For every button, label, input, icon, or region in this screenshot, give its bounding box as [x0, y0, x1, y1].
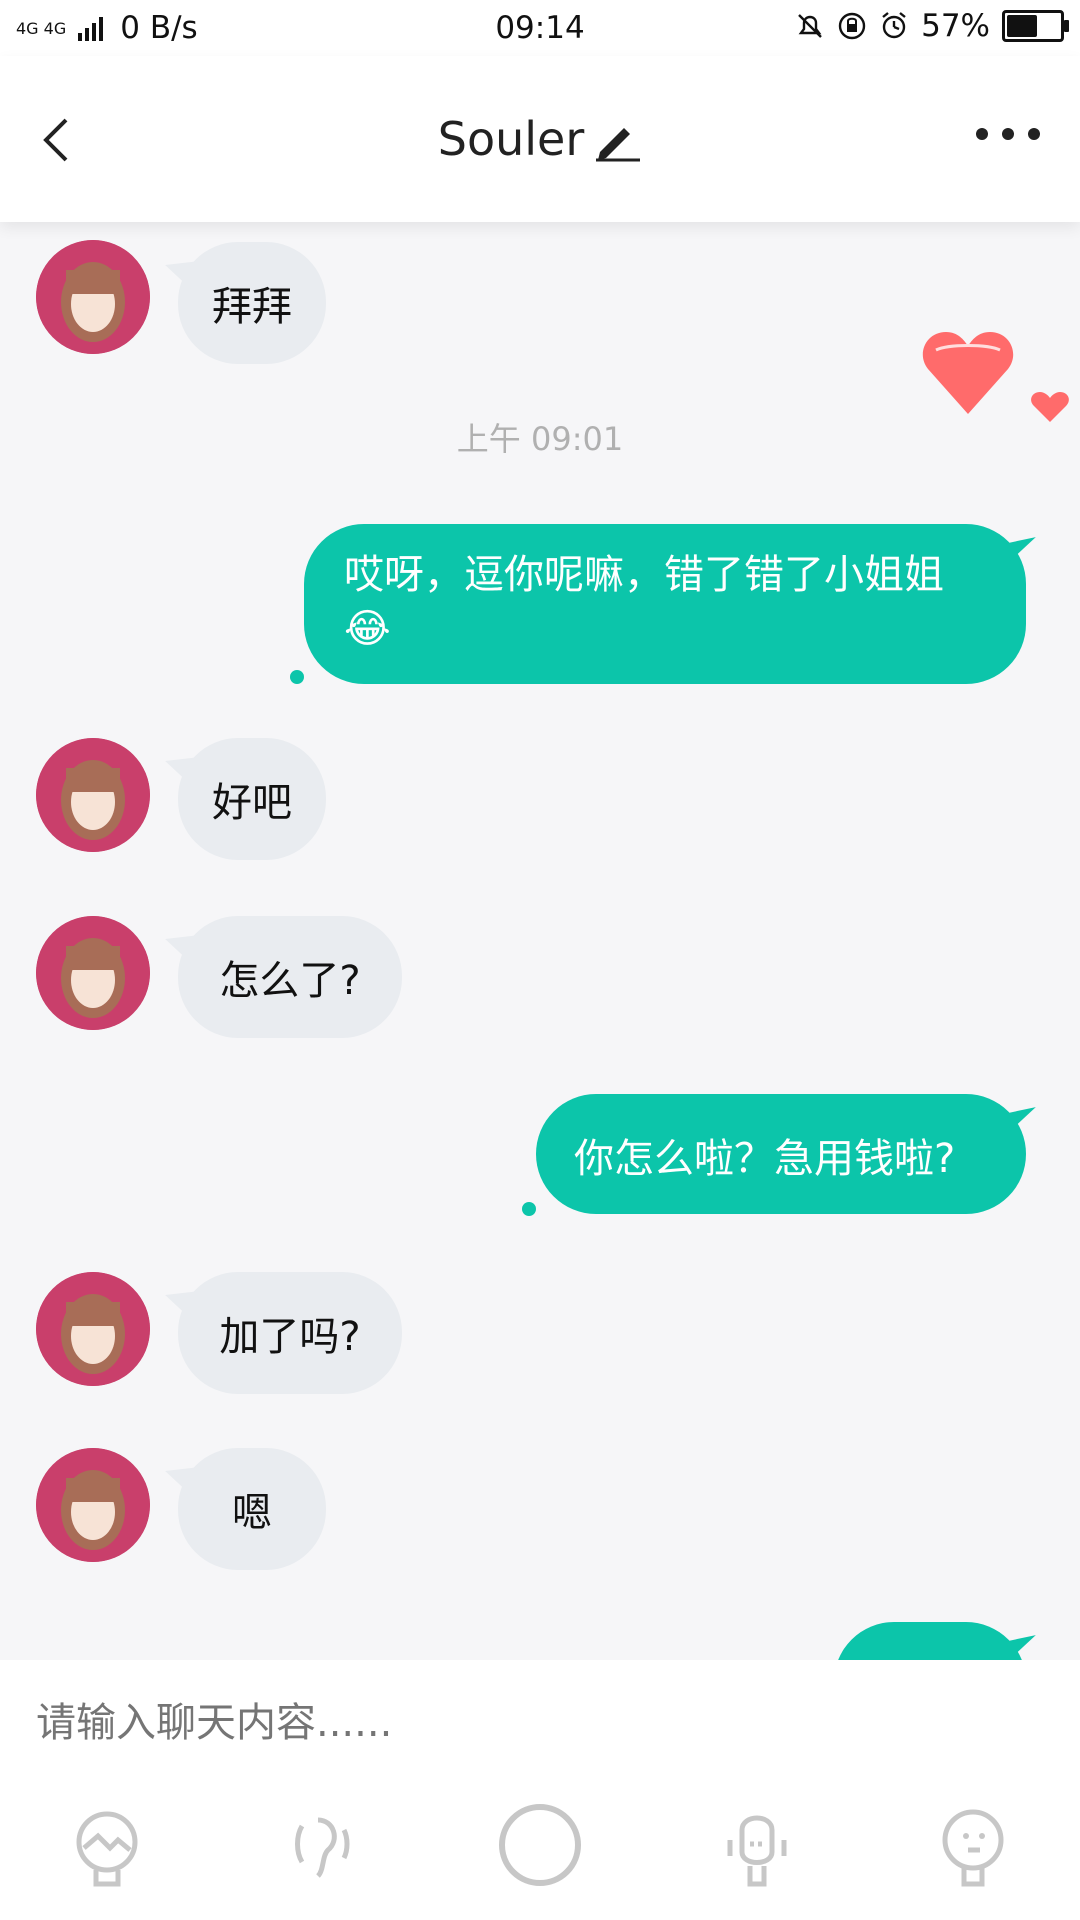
- more-dot: [1002, 128, 1014, 140]
- avatar[interactable]: [36, 738, 150, 852]
- avatar[interactable]: [36, 240, 150, 354]
- input-panel: [0, 1660, 1080, 1920]
- message-bubble-outgoing[interactable]: 你怎么啦？急用钱啦?: [536, 1094, 1026, 1214]
- chat-header: Souler: [0, 56, 1080, 222]
- status-bar: 4G 4G 0 B/s 09:14 57%: [0, 0, 1080, 56]
- battery-level: 57%: [921, 8, 990, 44]
- mic-icon: [727, 1815, 787, 1887]
- message-bubble-incoming[interactable]: 好吧: [178, 738, 326, 860]
- battery-icon: [1002, 10, 1069, 42]
- message-bubble-incoming[interactable]: 加了吗?: [178, 1272, 402, 1394]
- avatar[interactable]: [36, 1448, 150, 1562]
- message-bubble-incoming[interactable]: 怎么了?: [178, 916, 402, 1038]
- voice-button[interactable]: [278, 1800, 368, 1890]
- edit-pencil-icon[interactable]: [592, 116, 642, 162]
- more-dot: [1028, 128, 1040, 140]
- message-row: 哎呀，逗你呢嘛，错了错了小姐姐 😂: [0, 522, 1080, 690]
- input-toolbar: [0, 1800, 1080, 1910]
- avatar[interactable]: [36, 1272, 150, 1386]
- message-bubble-outgoing[interactable]: 哎呀，逗你呢嘛，错了错了小姐姐 😂: [304, 524, 1026, 684]
- avatar-image: [36, 738, 150, 852]
- voice-icon: [295, 1817, 350, 1878]
- avatar-image: [36, 1272, 150, 1386]
- image-icon: [76, 1811, 138, 1887]
- avatar-image: [36, 1448, 150, 1562]
- rotation-lock-icon: [838, 12, 866, 40]
- message-row: 加了吗?: [0, 1272, 1080, 1402]
- message-bubble-incoming[interactable]: 拜拜: [178, 242, 326, 364]
- emoji-icon: [942, 1809, 1004, 1887]
- back-arrow-icon[interactable]: [32, 114, 84, 166]
- avatar-image: [36, 916, 150, 1030]
- status-right: 57%: [795, 8, 1069, 44]
- mic-button[interactable]: [712, 1800, 802, 1890]
- avatar[interactable]: [36, 916, 150, 1030]
- laughing-emoji-icon: 😂: [344, 606, 391, 652]
- message-row: 嗯: [0, 1448, 1080, 1578]
- message-bubble-incoming[interactable]: 嗯: [178, 1448, 326, 1570]
- emoji-button[interactable]: [928, 1800, 1018, 1890]
- image-button[interactable]: [62, 1800, 152, 1890]
- message-row: 怎么了?: [0, 916, 1080, 1046]
- read-indicator: [290, 670, 304, 684]
- mute-bell-icon: [798, 14, 822, 38]
- message-row: 你怎么啦？急用钱啦?: [0, 1092, 1080, 1222]
- more-menu-icon[interactable]: [976, 128, 1040, 140]
- chat-title: Souler: [437, 112, 585, 166]
- record-button[interactable]: [495, 1800, 585, 1890]
- message-timestamp: 上午 09:01: [456, 420, 624, 458]
- title-group[interactable]: Souler: [438, 112, 643, 166]
- chat-input[interactable]: [34, 1692, 1038, 1754]
- read-indicator: [522, 1202, 536, 1216]
- chat-list[interactable]: 拜拜 上午 09:01 哎呀，逗你呢嘛，错了错了小姐姐 😂 好吧 怎么了? 你怎…: [0, 222, 1080, 1660]
- alarm-icon: [882, 12, 906, 39]
- message-row: 好吧: [0, 738, 1080, 868]
- message-text: 哎呀，逗你呢嘛，错了错了小姐姐: [344, 552, 944, 598]
- more-dot: [976, 128, 988, 140]
- avatar-image: [36, 240, 150, 354]
- message-text: 你怎么啦？急用钱啦?: [574, 1136, 956, 1182]
- record-icon: [499, 1804, 581, 1886]
- message-bubble-outgoing-partial[interactable]: [834, 1622, 1026, 1660]
